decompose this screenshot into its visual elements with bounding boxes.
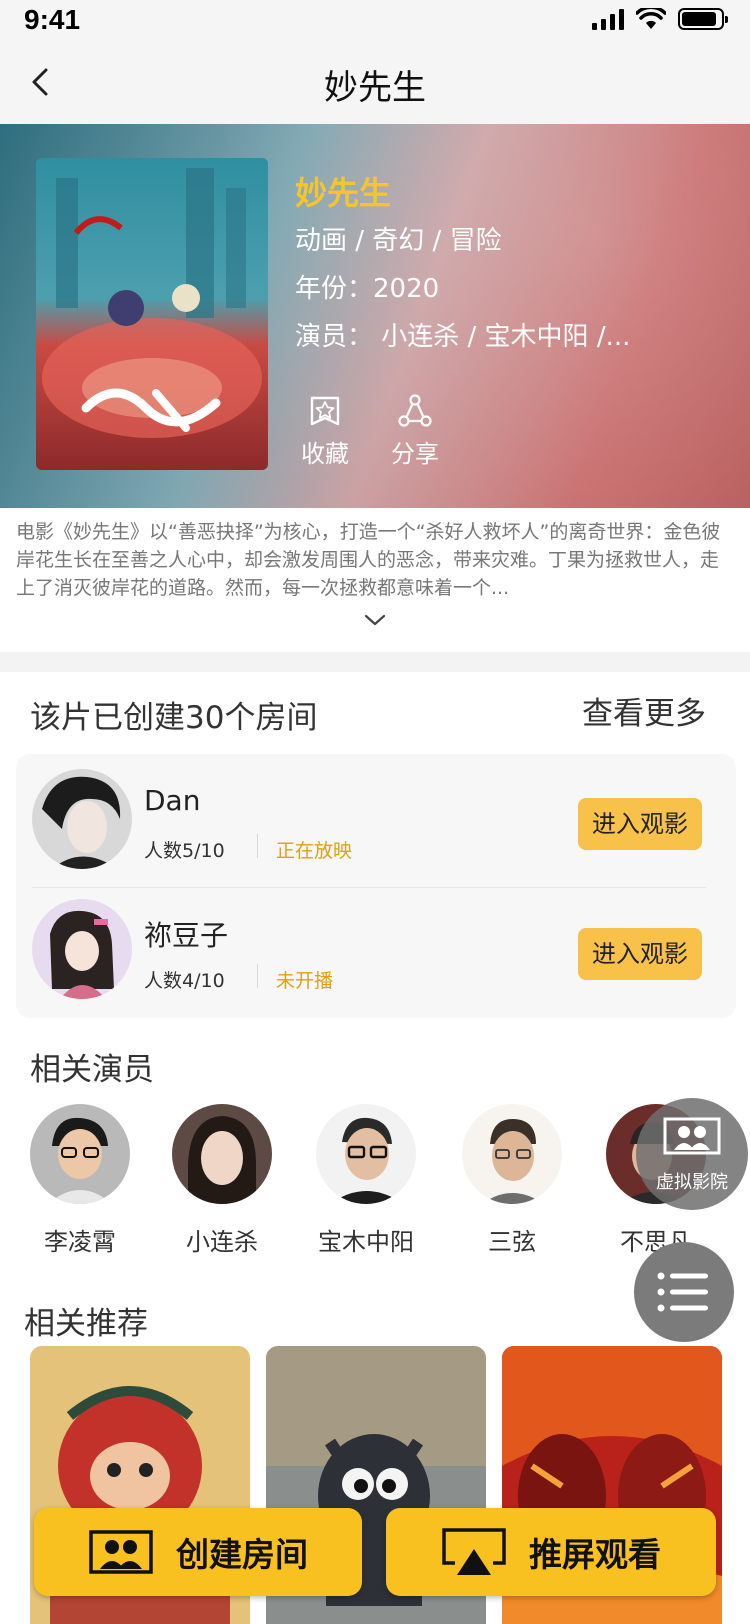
favorite-button[interactable]: 收藏 xyxy=(290,394,360,469)
recommend-heading: 相关推荐 xyxy=(24,1306,148,1342)
movie-title: 妙先生 xyxy=(295,174,392,212)
room-viewer-count: 人数5/10 xyxy=(144,840,225,862)
star-box-icon xyxy=(310,396,340,426)
room-host-name: Dan xyxy=(144,784,201,817)
rooms-more-link[interactable]: 查看更多 xyxy=(582,688,706,733)
favorite-label: 收藏 xyxy=(301,440,349,468)
list-icon xyxy=(657,1272,708,1312)
actor-photo xyxy=(30,1104,130,1204)
chevron-down-icon xyxy=(364,614,386,626)
navbar: 妙先生 xyxy=(0,40,750,124)
room-icon xyxy=(89,1530,153,1574)
movie-poster xyxy=(36,158,268,470)
create-room-label: 创建房间 xyxy=(176,1535,308,1574)
enter-room-button[interactable]: 进入观影 xyxy=(578,928,702,980)
movie-hero: 妙先生 动画 / 奇幻 / 冒险 年份：2020 演员： 小连杀 / 宝木中阳 … xyxy=(0,124,750,508)
rooms-list: Dan 人数5/10 正在放映 进入观影 祢豆子 人数4/10 未开播 进入观影 xyxy=(16,754,736,1018)
actor-photo xyxy=(172,1104,272,1204)
actor-name: 李凌霄 xyxy=(44,1228,116,1256)
actor-photo xyxy=(316,1104,416,1204)
actor-item[interactable]: 三弦 xyxy=(452,1104,572,1257)
avatar xyxy=(32,899,132,999)
signal-icon xyxy=(592,8,624,30)
create-room-button[interactable]: 创建房间 xyxy=(34,1508,362,1596)
menu-button[interactable] xyxy=(634,1242,734,1342)
battery-icon xyxy=(678,8,728,30)
actor-item[interactable]: 李凌霄 xyxy=(20,1104,140,1257)
theater-icon xyxy=(663,1117,721,1155)
status-bar: 9:41 xyxy=(0,0,750,40)
actor-name: 三弦 xyxy=(488,1228,536,1256)
status-icons xyxy=(592,8,728,30)
movie-year: 年份：2020 xyxy=(295,274,440,304)
actor-name: 宝木中阳 xyxy=(318,1228,414,1256)
movie-synopsis: 电影《妙先生》以“善恶抉择”为核心，打造一个“杀好人救坏人”的离奇世界：金色彼岸… xyxy=(16,521,721,599)
actor-item[interactable]: 宝木中阳 xyxy=(306,1104,426,1257)
virtual-cinema-label: 虚拟影院 xyxy=(656,1172,728,1193)
cast-screen-label: 推屏观看 xyxy=(529,1535,661,1574)
cast-screen-button[interactable]: 推屏观看 xyxy=(386,1508,716,1596)
room-separator xyxy=(257,834,258,858)
expand-synopsis-button[interactable] xyxy=(362,610,388,630)
movie-cast: 演员： 小连杀 / 宝木中阳 /... xyxy=(295,322,631,352)
page-title: 妙先生 xyxy=(324,68,426,108)
actor-photo xyxy=(462,1104,562,1204)
virtual-cinema-button[interactable]: 虚拟影院 xyxy=(636,1098,748,1210)
actors-heading: 相关演员 xyxy=(30,1052,154,1088)
avatar xyxy=(32,769,132,869)
rooms-heading: 该片已创建30个房间 xyxy=(30,700,318,736)
room-item: 祢豆子 人数4/10 未开播 进入观影 xyxy=(16,884,736,1014)
share-icon xyxy=(398,394,432,427)
wifi-icon xyxy=(636,8,666,29)
share-button[interactable]: 分享 xyxy=(380,394,450,469)
room-status: 正在放映 xyxy=(276,840,353,862)
status-time: 9:41 xyxy=(24,4,81,35)
section-divider xyxy=(0,652,750,672)
room-status: 未开播 xyxy=(276,970,334,992)
movie-genre: 动画 / 奇幻 / 冒险 xyxy=(295,226,502,256)
actor-name: 小连杀 xyxy=(186,1228,258,1256)
room-viewer-count: 人数4/10 xyxy=(144,970,225,992)
room-item: Dan 人数5/10 正在放映 进入观影 xyxy=(16,754,736,884)
room-separator xyxy=(257,964,258,988)
room-host-name: 祢豆子 xyxy=(144,919,229,952)
actor-item[interactable]: 小连杀 xyxy=(162,1104,282,1257)
airplay-icon xyxy=(442,1528,506,1575)
enter-room-button[interactable]: 进入观影 xyxy=(578,798,702,850)
share-label: 分享 xyxy=(391,440,439,468)
